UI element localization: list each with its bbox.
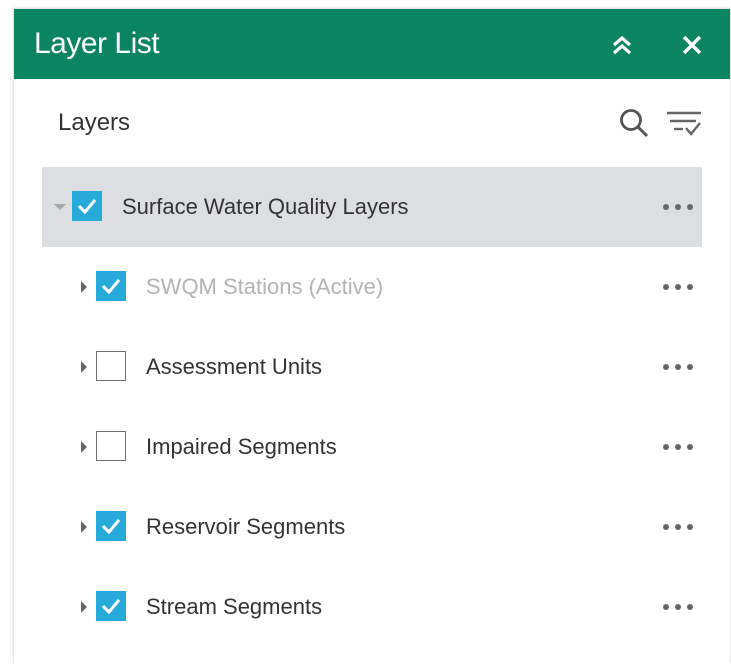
caret-right-icon — [81, 361, 87, 373]
layer-visibility-checkbox[interactable] — [72, 191, 102, 221]
more-options-icon — [663, 524, 693, 530]
layer-name[interactable]: SWQM Stations (Active) — [146, 272, 383, 302]
layer-visibility-checkbox[interactable] — [96, 271, 126, 301]
layer-row[interactable]: Stream Segments — [42, 567, 702, 647]
checkmark-icon — [101, 279, 121, 295]
layer-visibility-checkbox[interactable] — [96, 591, 126, 621]
double-chevron-up-icon — [612, 35, 632, 55]
caret-right-icon — [81, 281, 87, 293]
expand-layer-toggle[interactable] — [74, 437, 94, 457]
search-icon — [620, 109, 649, 138]
caret-right-icon — [81, 521, 87, 533]
layer-name[interactable]: Assessment Units — [146, 352, 322, 382]
expand-layer-toggle[interactable] — [74, 357, 94, 377]
layer-name[interactable]: Reservoir Segments — [146, 512, 345, 542]
search-layers-button[interactable] — [616, 105, 652, 141]
layer-tree: Surface Water Quality Layers SWQM Station… — [42, 167, 702, 647]
layer-name[interactable]: Impaired Segments — [146, 432, 337, 462]
layer-name[interactable]: Surface Water Quality Layers — [122, 192, 409, 222]
checkmark-icon — [77, 199, 97, 215]
expand-layer-toggle[interactable] — [74, 597, 94, 617]
caret-right-icon — [81, 441, 87, 453]
expand-layer-toggle[interactable] — [74, 517, 94, 537]
close-icon — [682, 35, 702, 55]
more-options-icon — [663, 604, 693, 610]
layer-options-button[interactable] — [660, 515, 696, 539]
checkmark-icon — [101, 599, 121, 615]
panel-titlebar: Layer List — [14, 9, 730, 79]
collapse-panel-button[interactable] — [604, 27, 640, 63]
layer-options-button[interactable] — [660, 595, 696, 619]
checkmark-icon — [101, 519, 121, 535]
layers-header: Layers — [14, 79, 730, 167]
layer-row[interactable]: Impaired Segments — [42, 407, 702, 487]
expand-layer-toggle[interactable] — [74, 277, 94, 297]
layer-options-button[interactable] — [660, 435, 696, 459]
close-panel-button[interactable] — [674, 27, 710, 63]
layer-visibility-checkbox[interactable] — [96, 351, 126, 381]
filter-layers-button[interactable] — [666, 105, 702, 141]
more-options-icon — [663, 364, 693, 370]
more-options-icon — [663, 444, 693, 450]
layer-row[interactable]: Surface Water Quality Layers — [42, 167, 702, 247]
layer-visibility-checkbox[interactable] — [96, 511, 126, 541]
panel-title: Layer List — [34, 27, 160, 60]
more-options-icon — [663, 284, 693, 290]
filter-list-icon — [667, 111, 701, 136]
layer-row[interactable]: SWQM Stations (Active) — [42, 247, 702, 327]
more-options-icon — [663, 204, 693, 210]
caret-down-icon — [54, 204, 66, 210]
layer-options-button[interactable] — [660, 195, 696, 219]
expand-layer-toggle[interactable] — [50, 197, 70, 217]
layer-name[interactable]: Stream Segments — [146, 592, 322, 622]
layer-options-button[interactable] — [660, 355, 696, 379]
layer-row[interactable]: Assessment Units — [42, 327, 702, 407]
layer-row[interactable]: Reservoir Segments — [42, 487, 702, 567]
layer-visibility-checkbox[interactable] — [96, 431, 126, 461]
layers-heading: Layers — [58, 109, 131, 136]
layer-options-button[interactable] — [660, 275, 696, 299]
caret-right-icon — [81, 601, 87, 613]
